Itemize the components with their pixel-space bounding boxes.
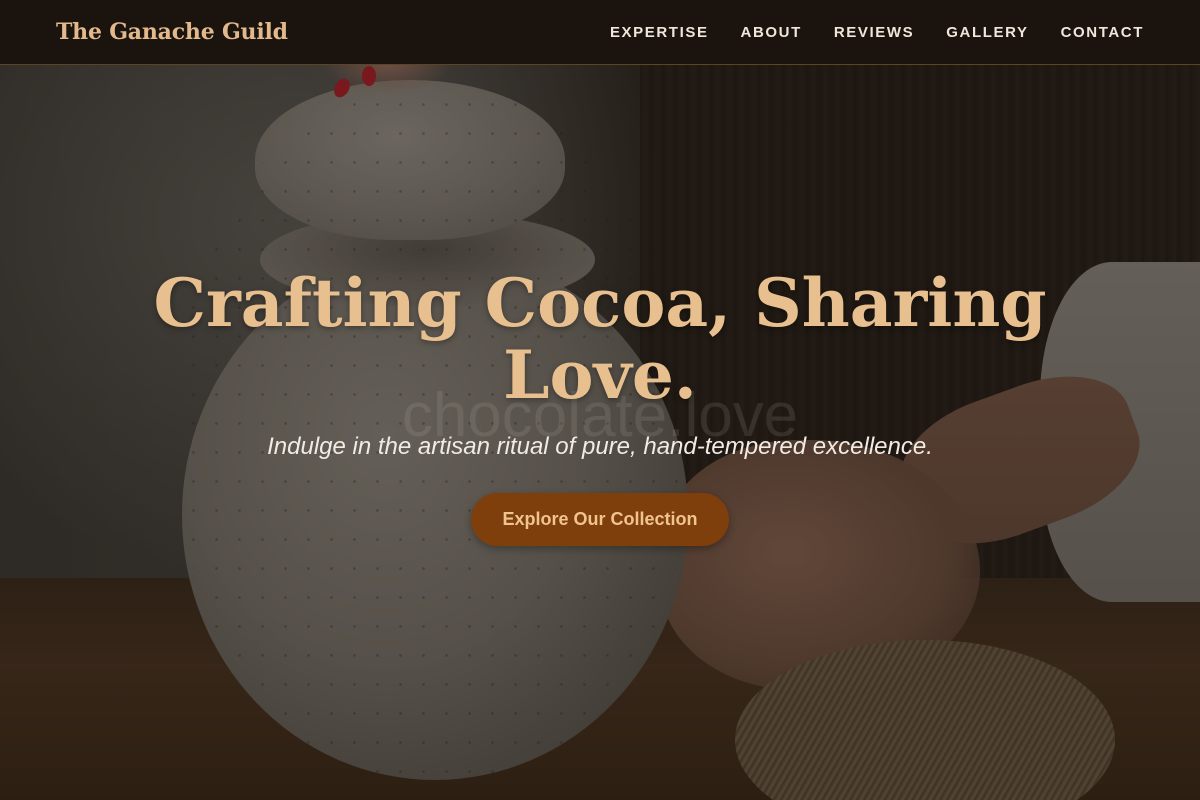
explore-collection-button[interactable]: Explore Our Collection xyxy=(471,493,729,546)
hero-section: chocolate.love Crafting Cocoa, Sharing L… xyxy=(0,65,1200,800)
hero-subtitle: Indulge in the artisan ritual of pure, h… xyxy=(267,433,933,460)
site-header: The Ganache Guild EXPERTISE ABOUT REVIEW… xyxy=(0,0,1200,65)
hero-title: Crafting Cocoa, Sharing Love. xyxy=(153,264,1047,414)
nav-link-about[interactable]: ABOUT xyxy=(741,24,802,41)
landing-page: The Ganache Guild EXPERTISE ABOUT REVIEW… xyxy=(0,0,1200,800)
nav-link-contact[interactable]: CONTACT xyxy=(1061,24,1144,41)
nav-link-expertise[interactable]: EXPERTISE xyxy=(610,24,709,41)
main-nav: EXPERTISE ABOUT REVIEWS GALLERY CONTACT xyxy=(610,24,1144,41)
nav-link-reviews[interactable]: REVIEWS xyxy=(834,24,914,41)
nav-link-gallery[interactable]: GALLERY xyxy=(946,24,1028,41)
brand-logo[interactable]: The Ganache Guild xyxy=(56,19,288,45)
